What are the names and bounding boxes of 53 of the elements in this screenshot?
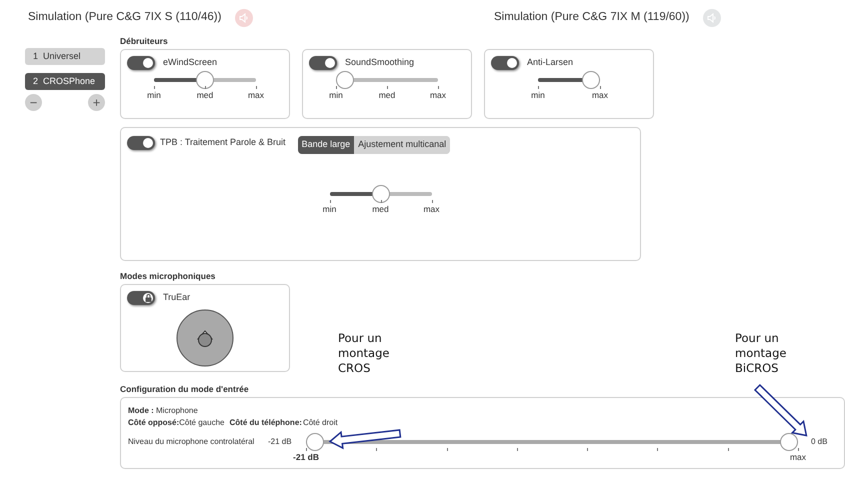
field-label: Côté opposé: (128, 418, 180, 427)
mic-pattern-drawing (176, 309, 234, 367)
section-title: Débruiteurs (120, 36, 169, 47)
tick-label: max (790, 452, 806, 463)
tick-label: min (329, 90, 343, 101)
program-tab[interactable]: 1 Universel (25, 48, 105, 65)
toggle-switch[interactable] (127, 56, 155, 70)
speaker-icon (707, 13, 718, 23)
slider-reading: 0 dB (811, 436, 828, 448)
add-button[interactable]: + (88, 94, 105, 111)
tick-label: med (196, 90, 214, 101)
remove-button[interactable]: − (25, 94, 42, 111)
tick-label: med (372, 204, 389, 214)
slider-thumb[interactable] (196, 71, 214, 89)
slider-thumb[interactable] (582, 71, 600, 89)
tick-label: min (147, 90, 161, 101)
field-label: Côté du téléphone: (229, 418, 302, 427)
section-title: Modes microphoniques (120, 271, 216, 282)
feature-label: TruEar (163, 291, 190, 304)
slider-thumb[interactable] (372, 184, 390, 202)
feature-label: eWindScreen (163, 56, 218, 70)
toggle-switch[interactable] (491, 56, 519, 70)
tick-label: max (248, 90, 264, 101)
feature-label: Anti-Larsen (527, 56, 574, 70)
field-value: Microphone (156, 406, 198, 415)
tick-label: max (430, 90, 446, 101)
toggle-switch[interactable] (127, 136, 155, 150)
tick-label: max (592, 90, 608, 101)
field-value: Côté gauche (179, 418, 224, 427)
segment-tab[interactable]: Bande large (298, 136, 354, 154)
section-title: Configuration du mode d'entrée (120, 384, 250, 395)
field-label: Mode : (128, 406, 154, 415)
slider-thumb[interactable] (306, 433, 324, 451)
tick-label: med (378, 90, 396, 101)
tick-label: max (423, 204, 440, 214)
slider-thumb[interactable] (780, 433, 798, 451)
simulation-title: Simulation (Pure C&G 7IX M (119/60)) (494, 10, 690, 26)
field-value: Côté droit (302, 418, 338, 427)
feature-label: TPB : Traitement Parole & Bruit (160, 136, 286, 149)
toggle-switch[interactable] (127, 291, 155, 305)
simulation-title: Simulation (Pure C&G 7IX S (110/46)) (28, 10, 222, 26)
callout-text: Pour un montage BiCROS (735, 331, 788, 376)
tick-label: min (531, 90, 545, 101)
speaker-icon (239, 13, 250, 23)
slider-thumb[interactable] (336, 71, 354, 89)
slider-reading: -21 dB (268, 436, 293, 448)
toggle-switch[interactable] (309, 56, 337, 70)
program-tab[interactable]: 2 CROSPhone (25, 73, 105, 90)
tick-label: -21 dB (293, 452, 319, 463)
slider-label: Niveau du microphone controlatéral (128, 436, 256, 448)
feature-label: SoundSmoothing (345, 56, 414, 70)
tick-label: min (322, 204, 336, 214)
callout-text: Pour un montage CROS (338, 331, 390, 376)
